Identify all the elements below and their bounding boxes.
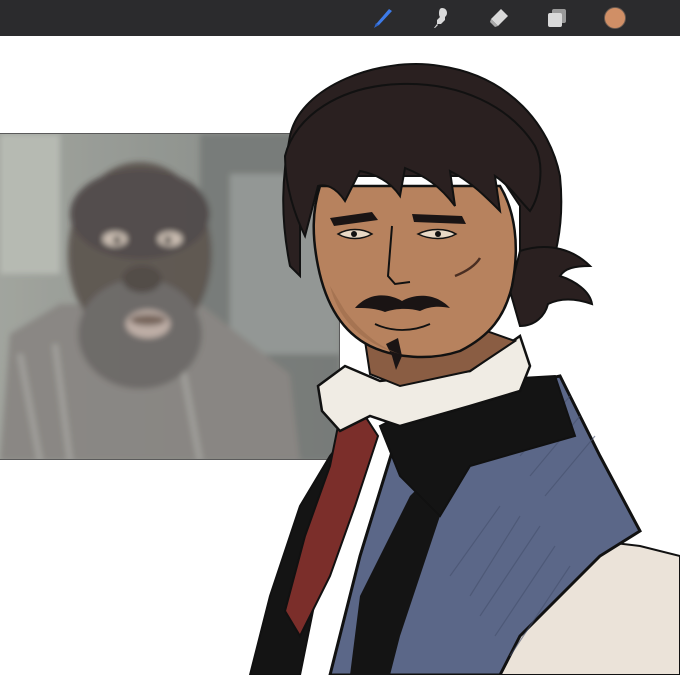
- face: [312, 184, 517, 359]
- smudge-icon: [434, 8, 447, 28]
- pupil-left: [351, 231, 357, 237]
- eraser-icon: [490, 9, 508, 27]
- layers-tool-button[interactable]: [528, 0, 586, 36]
- pupil-right: [435, 231, 441, 237]
- brush-icon: [374, 9, 392, 28]
- smudge-tool-button[interactable]: [412, 0, 470, 36]
- top-toolbar: [0, 0, 680, 36]
- drawing-app: [0, 0, 680, 675]
- current-color-swatch: [604, 7, 626, 29]
- eraser-tool-button[interactable]: [470, 0, 528, 36]
- character-illustration: [248, 63, 680, 675]
- drawing-canvas[interactable]: [0, 36, 680, 675]
- layers-icon: [548, 9, 566, 27]
- brush-tool-button[interactable]: [354, 0, 412, 36]
- ponytail: [508, 246, 594, 328]
- color-picker-button[interactable]: [586, 0, 644, 36]
